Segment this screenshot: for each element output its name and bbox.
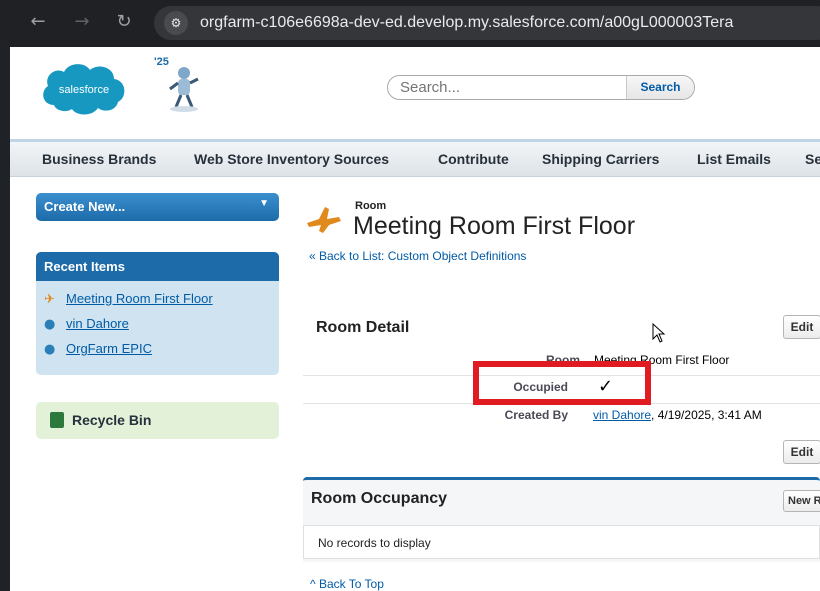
room-occupancy-related-list: Room Occupancy New R No records to displ… <box>303 477 820 562</box>
recent-item-vin-dahore[interactable]: ● vin Dahore <box>44 316 129 336</box>
logo-text: salesforce <box>59 84 109 96</box>
url-text[interactable]: orgfarm-c106e6698a-dev-ed.develop.my.sal… <box>200 14 733 32</box>
site-info-icon[interactable]: ⚙ <box>164 11 188 35</box>
related-list-title: Room Occupancy <box>311 490 448 507</box>
back-to-top-link[interactable]: ^ Back To Top <box>310 577 384 591</box>
empty-records-message: No records to display <box>303 525 820 559</box>
release-badge: '25 <box>154 56 169 68</box>
created-by-date: , 4/19/2025, 3:41 AM <box>651 408 762 422</box>
record-title: Meeting Room First Floor <box>353 212 636 240</box>
tab-contribute[interactable]: Contribute <box>438 151 509 167</box>
address-bar[interactable]: ⚙ orgfarm-c106e6698a-dev-ed.develop.my.s… <box>154 6 820 40</box>
browser-toolbar: ← → ↻ ⚙ orgfarm-c106e6698a-dev-ed.develo… <box>0 0 820 47</box>
recycle-bin[interactable]: Recycle Bin <box>36 402 279 439</box>
recent-item-orgfarm-epic[interactable]: ● OrgFarm EPIC <box>44 341 152 361</box>
dropdown-caret-icon: ▼ <box>259 198 269 209</box>
new-room-occupancy-button[interactable]: New R <box>783 490 820 512</box>
tab-shipping-carriers[interactable]: Shipping Carriers <box>542 151 659 167</box>
forward-arrow-icon[interactable]: → <box>70 10 94 34</box>
recent-item-meeting-room[interactable]: ✈ Meeting Room First Floor <box>44 291 213 311</box>
room-icon: ✈ <box>44 292 55 307</box>
created-by-value: vin Dahore, 4/19/2025, 3:41 AM <box>593 408 762 422</box>
tab-list-emails[interactable]: List Emails <box>697 151 771 167</box>
release-mascot-icon: '25 <box>154 56 199 112</box>
recent-item-label[interactable]: OrgFarm EPIC <box>66 341 152 356</box>
recent-items-title: Recent Items <box>36 252 279 281</box>
room-object-icon <box>307 207 341 233</box>
salesforce-page: salesforce '25 Search Business Brands We… <box>10 47 820 591</box>
edit-button-bottom[interactable]: Edit <box>783 440 820 464</box>
app-tab-bar: Business Brands Web Store Inventory Sour… <box>10 139 820 177</box>
recent-item-label[interactable]: vin Dahore <box>66 316 129 331</box>
annotation-highlight-box <box>473 361 651 405</box>
salesforce-logo[interactable]: salesforce <box>40 59 128 117</box>
recycle-bin-icon <box>50 412 64 428</box>
search-button[interactable]: Search <box>626 76 694 99</box>
search-input[interactable] <box>388 76 624 99</box>
window-edge <box>0 47 10 591</box>
create-new-button[interactable]: Create New... ▼ <box>36 193 279 221</box>
user-icon: ● <box>44 342 56 357</box>
header: salesforce '25 Search <box>10 47 820 139</box>
back-arrow-icon[interactable]: ← <box>26 10 50 34</box>
object-type-label: Room <box>355 200 387 212</box>
tab-more[interactable]: Se <box>805 151 820 167</box>
recent-items-panel: Recent Items ✈ Meeting Room First Floor ●… <box>36 252 279 375</box>
room-detail-title: Room Detail <box>316 319 410 336</box>
global-search: Search <box>387 75 695 100</box>
reload-icon[interactable]: ↻ <box>112 10 136 34</box>
created-by-label: Created By <box>504 408 568 422</box>
edit-button-top[interactable]: Edit <box>783 315 820 339</box>
tab-web-store-inventory-sources[interactable]: Web Store Inventory Sources <box>194 151 389 167</box>
recent-item-label[interactable]: Meeting Room First Floor <box>66 291 213 306</box>
back-to-list-link[interactable]: « Back to List: Custom Object Definition… <box>309 249 526 263</box>
create-new-label: Create New... <box>44 199 126 214</box>
created-by-user-link[interactable]: vin Dahore <box>593 408 651 422</box>
mouse-pointer-icon <box>652 323 666 343</box>
recycle-bin-label[interactable]: Recycle Bin <box>72 412 151 428</box>
user-icon: ● <box>44 317 56 332</box>
tab-business-brands[interactable]: Business Brands <box>42 151 156 167</box>
